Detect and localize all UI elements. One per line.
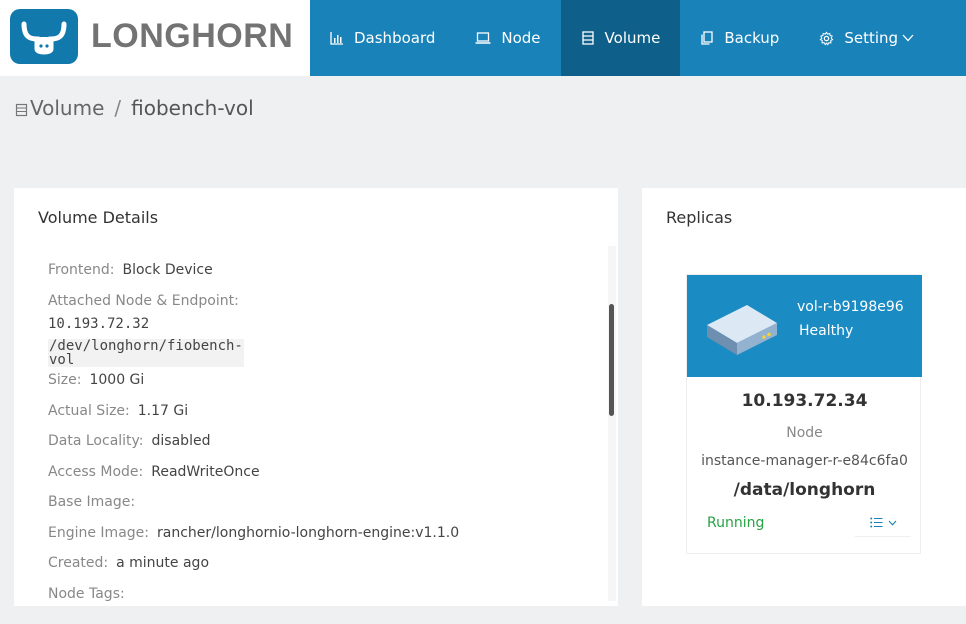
- frontend-value: Block Device: [122, 262, 213, 278]
- created-row: Created: a minute ago: [48, 556, 209, 570]
- replica-node-label: Node: [786, 425, 823, 441]
- volume-details-title: Volume Details: [38, 208, 159, 227]
- base-image-row: Base Image:: [48, 495, 143, 509]
- access-mode-label: Access Mode:: [48, 464, 144, 480]
- database-icon: [581, 31, 594, 45]
- laptop-icon: [475, 32, 491, 44]
- engine-image-value: rancher/longhornio-longhorn-engine:v1.1.…: [157, 525, 460, 541]
- replica-card-header: vol-r-b9198e96 Healthy: [687, 275, 922, 377]
- replica-ip: 10.193.72.34: [741, 391, 868, 411]
- created-label: Created:: [48, 555, 109, 571]
- engine-image-row: Engine Image: rancher/longhornio-longhorn…: [48, 526, 459, 540]
- nav-dashboard-label: Dashboard: [354, 29, 436, 47]
- attached-node-value: 10.193.72.32: [48, 316, 150, 332]
- nav-volume-label: Volume: [604, 29, 661, 47]
- volume-details-panel: Volume Details Frontend: Block Device Att…: [14, 188, 618, 606]
- nav-backup[interactable]: Backup: [680, 0, 799, 76]
- chevron-down-icon: [888, 520, 896, 526]
- breadcrumb-volume-link[interactable]: Volume: [30, 96, 104, 120]
- actual-size-row: Actual Size: 1.17 Gi: [48, 404, 188, 418]
- node-tags-row: Node Tags:: [48, 587, 133, 601]
- replica-card: vol-r-b9198e96 Healthy 10.193.72.34 Node…: [686, 274, 922, 554]
- copy-icon: [701, 31, 713, 45]
- list-icon: [869, 517, 882, 528]
- attached-label: Attached Node & Endpoint:: [48, 293, 239, 309]
- data-locality-label: Data Locality:: [48, 433, 144, 449]
- replica-actions-dropdown[interactable]: [855, 509, 911, 537]
- longhorn-logo-icon: [10, 9, 78, 64]
- access-mode-row: Access Mode: ReadWriteOnce: [48, 465, 260, 479]
- logo-text: LONGHORN: [91, 17, 294, 55]
- nav-dashboard[interactable]: Dashboard: [310, 0, 455, 76]
- nav-volume[interactable]: Volume: [560, 0, 681, 76]
- nav-backup-label: Backup: [724, 29, 780, 47]
- nav-node[interactable]: Node: [455, 0, 560, 76]
- replica-data-path: /data/longhorn: [733, 480, 876, 500]
- nav-setting[interactable]: Setting: [799, 0, 934, 76]
- bar-chart-icon: [330, 32, 343, 45]
- disk-icon: [707, 305, 777, 355]
- node-tags-label: Node Tags:: [48, 586, 125, 602]
- gear-icon: [819, 31, 834, 45]
- attached-row: Attached Node & Endpoint:: [48, 294, 239, 308]
- access-mode-value: ReadWriteOnce: [151, 464, 260, 480]
- replica-instance-manager: instance-manager-r-e84c6fa0: [701, 453, 908, 469]
- nav-setting-label: Setting: [844, 29, 899, 47]
- actual-size-value: 1.17 Gi: [137, 403, 189, 419]
- database-icon: [15, 103, 28, 117]
- size-value: 1000 Gi: [89, 372, 145, 388]
- actual-size-label: Actual Size:: [48, 403, 130, 419]
- frontend-row: Frontend: Block Device: [48, 263, 213, 277]
- size-label: Size:: [48, 372, 82, 388]
- breadcrumb: Volume / fiobench-vol: [15, 96, 254, 120]
- data-locality-value: disabled: [151, 433, 211, 449]
- details-scrollbar[interactable]: [608, 246, 616, 601]
- replica-health: Healthy: [799, 323, 854, 339]
- replica-name: vol-r-b9198e96: [797, 299, 904, 315]
- replica-status: Running: [707, 515, 765, 531]
- chevron-down-icon: [902, 34, 914, 42]
- frontend-label: Frontend:: [48, 262, 115, 278]
- size-row: Size: 1000 Gi: [48, 373, 144, 387]
- engine-image-label: Engine Image:: [48, 525, 149, 541]
- breadcrumb-separator: /: [114, 96, 122, 120]
- created-value: a minute ago: [116, 555, 210, 571]
- base-image-label: Base Image:: [48, 494, 136, 510]
- data-locality-row: Data Locality: disabled: [48, 434, 210, 448]
- top-header: LONGHORN Dashboard Node Volume Backup Se…: [0, 0, 966, 76]
- replicas-title: Replicas: [666, 208, 733, 227]
- endpoint-value: /dev/longhorn/fiobench-vol: [48, 338, 244, 368]
- nav-node-label: Node: [501, 29, 541, 47]
- breadcrumb-current: fiobench-vol: [131, 96, 254, 120]
- replicas-panel: Replicas vol-r-b9198e96 Healthy 10.193.7…: [642, 188, 966, 606]
- main-nav: Dashboard Node Volume Backup Setting: [310, 0, 934, 76]
- logo[interactable]: LONGHORN: [0, 0, 310, 76]
- details-scrollbar-thumb[interactable]: [609, 304, 614, 416]
